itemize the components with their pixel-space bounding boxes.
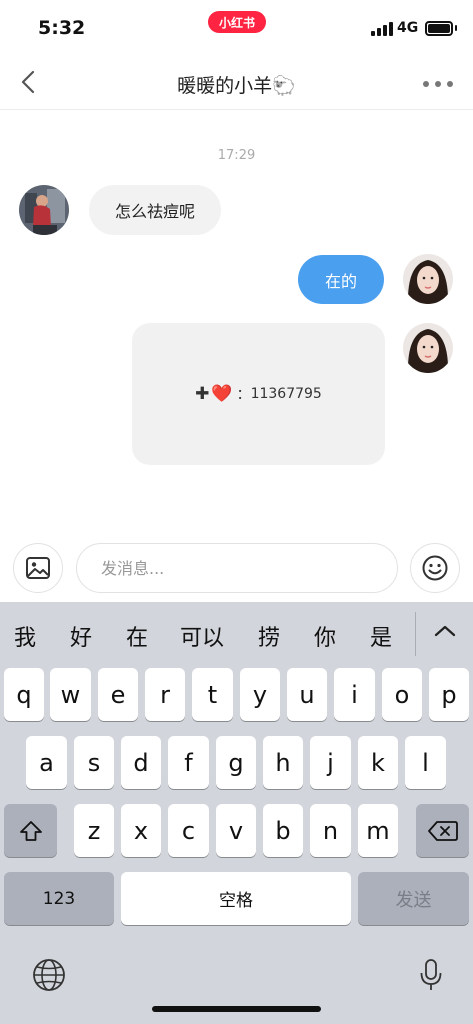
key-t[interactable]: t [192, 668, 233, 721]
candidate-word[interactable]: 是 [370, 620, 392, 652]
key-b[interactable]: b [263, 804, 303, 857]
key-n[interactable]: n [310, 804, 351, 857]
card-colon: ： [236, 387, 251, 403]
signal-icon [371, 22, 393, 36]
key-c[interactable]: c [168, 804, 209, 857]
key-p[interactable]: p [429, 668, 469, 721]
microphone-icon [420, 959, 442, 990]
nav-bar: 暖暖的小羊🐑 [0, 56, 473, 110]
key-v[interactable]: v [216, 804, 256, 857]
collapse-candidates-button[interactable] [428, 616, 462, 646]
plus-icon: ✚ [195, 384, 210, 404]
smiley-icon [422, 555, 448, 581]
candidate-divider [415, 612, 416, 656]
candidate-word[interactable]: 可以 [180, 620, 224, 652]
image-icon [26, 557, 50, 579]
candidate-word[interactable]: 好 [70, 620, 92, 652]
keyboard: 我 好 在 可以 捞 你 是 q w e r t y u i o p a s d… [0, 602, 473, 1024]
more-button[interactable] [420, 74, 456, 94]
card-message[interactable]: ✚ ❤️ ： 11367795 [132, 323, 385, 465]
heart-icon: ❤️ [211, 384, 233, 404]
key-y[interactable]: y [240, 668, 280, 721]
key-z[interactable]: z [74, 804, 114, 857]
shift-icon [19, 820, 42, 841]
candidate-bar: 我 好 在 可以 捞 你 是 [0, 602, 473, 664]
key-f[interactable]: f [168, 736, 209, 789]
key-m[interactable]: m [358, 804, 398, 857]
my-avatar-image [403, 254, 453, 304]
key-i[interactable]: i [334, 668, 375, 721]
chevron-up-icon [434, 625, 456, 637]
numbers-key[interactable]: 123 [4, 872, 114, 925]
backspace-icon [427, 820, 458, 841]
outgoing-message[interactable]: 在的 [298, 255, 384, 304]
key-x[interactable]: x [121, 804, 161, 857]
key-j[interactable]: j [310, 736, 351, 789]
contact-avatar[interactable] [19, 185, 69, 235]
key-q[interactable]: q [4, 668, 44, 721]
switch-keyboard-button[interactable] [31, 957, 67, 993]
key-l[interactable]: l [405, 736, 446, 789]
image-button[interactable] [13, 543, 63, 593]
key-u[interactable]: u [287, 668, 327, 721]
globe-icon [33, 959, 65, 991]
key-a[interactable]: a [26, 736, 67, 789]
message-timestamp: 17:29 [217, 148, 256, 163]
my-avatar[interactable] [403, 323, 453, 373]
status-time: 5:32 [38, 17, 86, 39]
key-d[interactable]: d [121, 736, 161, 789]
status-bar: 5:32 小红书 4G [0, 0, 473, 56]
candidate-word[interactable]: 你 [314, 620, 336, 652]
my-avatar[interactable] [403, 254, 453, 304]
key-r[interactable]: r [145, 668, 185, 721]
space-key[interactable]: 空格 [121, 872, 351, 925]
key-s[interactable]: s [74, 736, 114, 789]
incoming-message[interactable]: 怎么祛痘呢 [89, 185, 222, 235]
network-label: 4G [397, 20, 419, 36]
key-k[interactable]: k [358, 736, 398, 789]
battery-cap [455, 25, 457, 31]
key-w[interactable]: w [50, 668, 91, 721]
key-o[interactable]: o [382, 668, 422, 721]
contact-avatar-image [19, 185, 69, 235]
candidate-word[interactable]: 在 [126, 620, 148, 652]
key-h[interactable]: h [263, 736, 303, 789]
delete-key[interactable] [416, 804, 469, 857]
dictation-button[interactable] [418, 957, 444, 993]
key-g[interactable]: g [216, 736, 256, 789]
message-input[interactable] [76, 543, 398, 593]
emoji-button[interactable] [410, 543, 460, 593]
battery-icon [425, 21, 453, 36]
candidate-word[interactable]: 捞 [258, 620, 280, 652]
send-key[interactable]: 发送 [358, 872, 469, 925]
more-dots-icon [423, 81, 453, 87]
shift-key[interactable] [4, 804, 57, 857]
card-number: 11367795 [250, 386, 322, 402]
home-indicator [152, 1006, 321, 1012]
page-title: 暖暖的小羊🐑 [177, 75, 296, 97]
app-badge: 小红书 [208, 11, 266, 33]
my-avatar-image [403, 323, 453, 373]
candidate-word[interactable]: 我 [14, 620, 36, 652]
key-e[interactable]: e [98, 668, 138, 721]
